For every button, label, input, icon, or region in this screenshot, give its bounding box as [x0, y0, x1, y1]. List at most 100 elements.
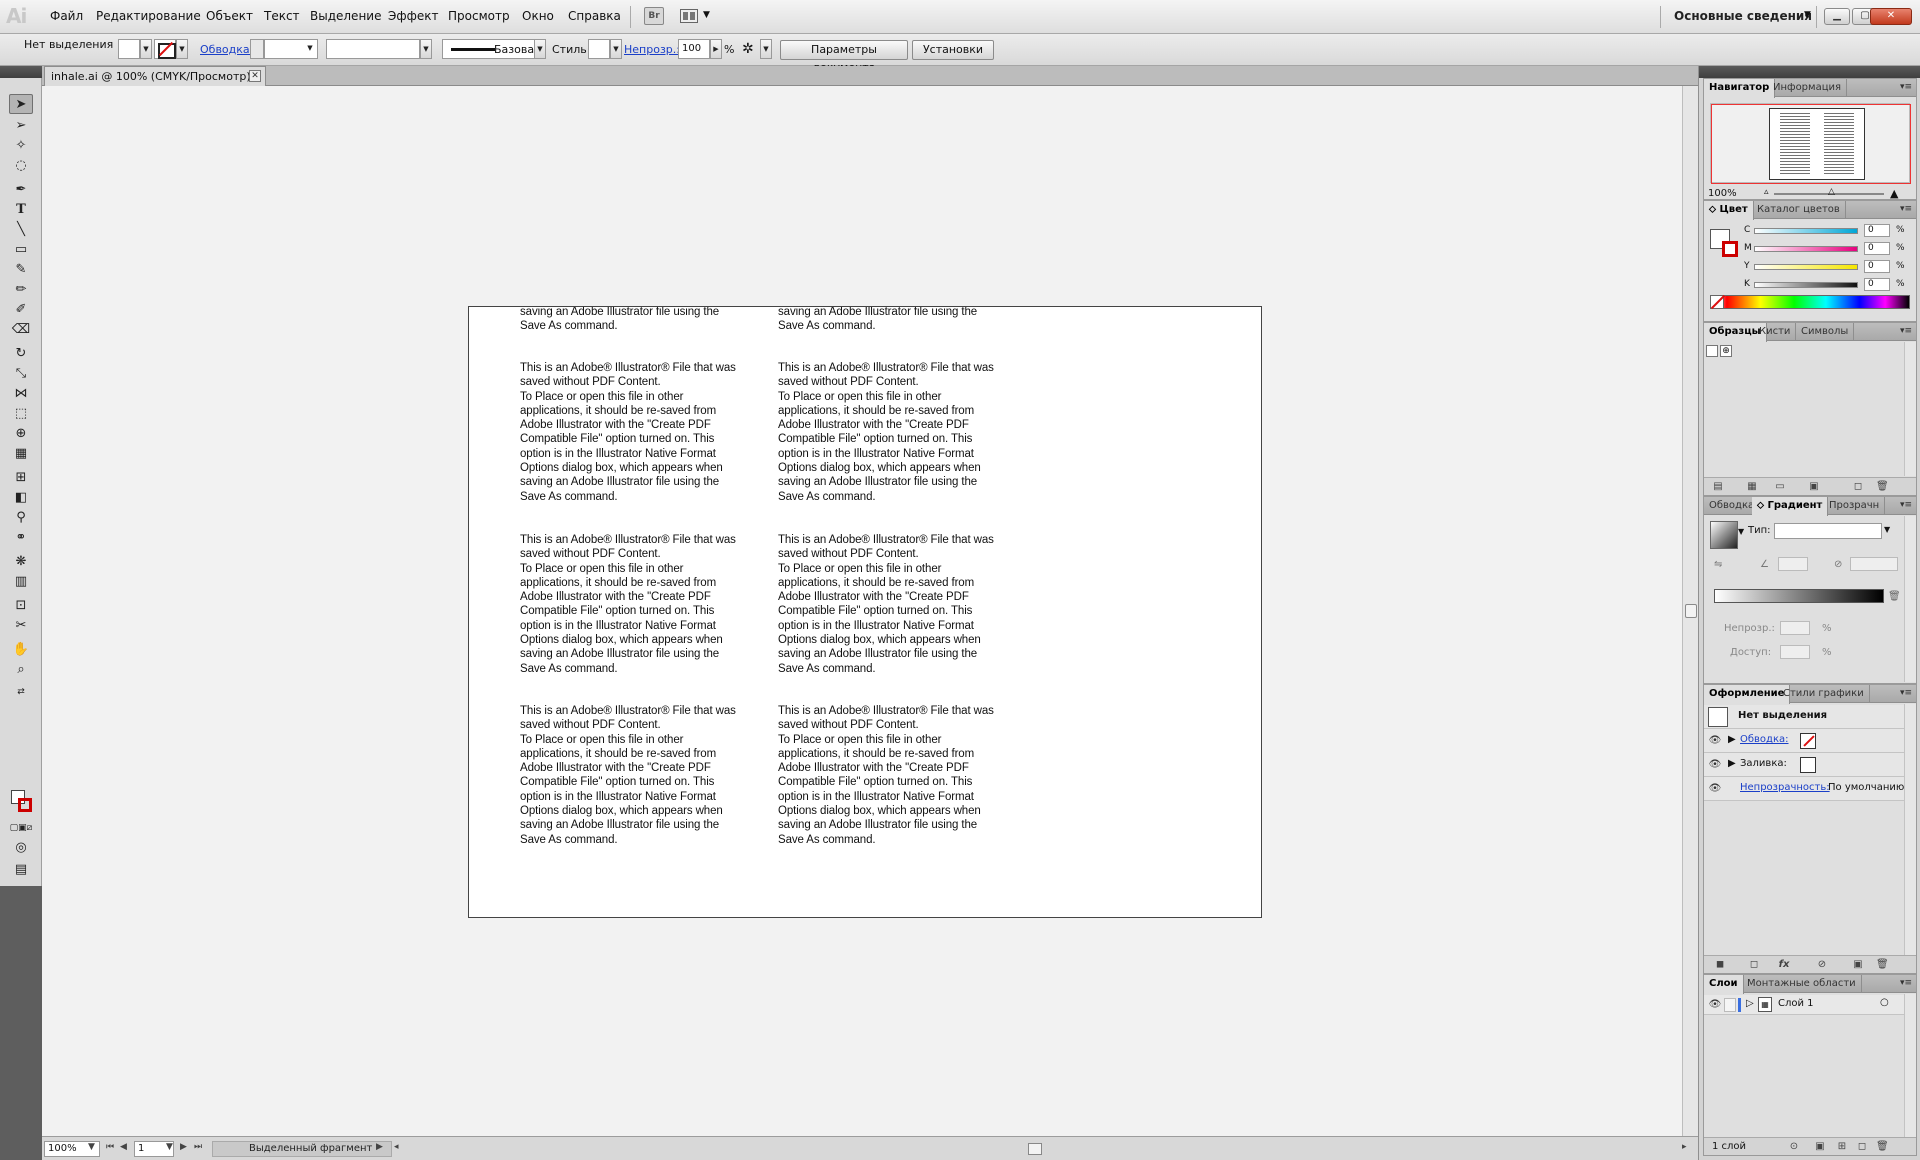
workspace-switcher[interactable]: Основные сведения — [1674, 9, 1812, 23]
scale-tool-icon[interactable]: ⤡ — [9, 364, 33, 384]
pencil-tool-icon[interactable]: ✏ — [9, 280, 33, 300]
new-layer-icon[interactable]: ◻ — [1856, 1141, 1868, 1152]
hand-tool-icon[interactable]: ✋ — [9, 640, 33, 660]
stroke-swatch[interactable] — [154, 39, 176, 59]
tab-brushes[interactable]: Кисти — [1754, 323, 1797, 341]
variable-width-profile[interactable] — [326, 39, 420, 59]
trash-icon[interactable]: 🗑 — [1876, 1141, 1889, 1152]
brush-dropdown[interactable]: ▼ — [534, 39, 546, 59]
tab-navigator[interactable]: Навигатор — [1704, 79, 1776, 98]
panel-scrollbar[interactable] — [1904, 994, 1916, 1138]
perspective-grid-tool-icon[interactable]: ▦ — [9, 444, 33, 464]
panel-menu-icon[interactable]: ▾≡ — [1900, 204, 1912, 214]
appearance-stroke-swatch[interactable] — [1800, 733, 1816, 749]
layer-row[interactable]: 👁 ▷ ▦ Слой 1 ○ — [1704, 995, 1916, 1015]
artboard-tool-icon[interactable]: ⊡ — [9, 596, 33, 616]
chevron-down-icon[interactable]: ▼ — [88, 1142, 95, 1152]
magic-wand-tool-icon[interactable]: ✧ — [9, 136, 33, 156]
slice-tool-icon[interactable]: ✂ — [9, 616, 33, 636]
artboard[interactable]: saving an Adobe Illustrator file using t… — [468, 306, 1262, 918]
visibility-eye-icon[interactable]: 👁 — [1708, 999, 1722, 1011]
channel-k[interactable]: K 0 % — [1744, 278, 1914, 293]
line-segment-tool-icon[interactable]: ╲ — [9, 220, 33, 240]
direct-selection-tool-icon[interactable]: ➢ — [9, 116, 33, 136]
new-swatch-icon[interactable]: ◻ — [1852, 481, 1864, 492]
menu-select[interactable]: Выделение — [310, 9, 381, 23]
gradient-type-select[interactable] — [1774, 523, 1882, 539]
stroke-color-box[interactable] — [18, 798, 32, 812]
gradient-tool-icon[interactable]: ◧ — [9, 488, 33, 508]
status-info[interactable]: Выделенный фрагмент — [212, 1141, 392, 1157]
tab-artboards[interactable]: Монтажные области — [1742, 975, 1862, 993]
tab-info[interactable]: Информация — [1768, 79, 1848, 97]
stroke-panel-link[interactable]: Обводка: — [200, 43, 253, 56]
preferences-button[interactable]: Установки — [912, 40, 994, 60]
color-spectrum[interactable] — [1710, 295, 1910, 309]
tab-transparency[interactable]: Прозрачн — [1824, 497, 1886, 515]
navigator-zoom-value[interactable]: 100% — [1708, 188, 1737, 199]
lasso-tool-icon[interactable]: ◌ — [9, 156, 33, 176]
channel-slider[interactable] — [1754, 282, 1858, 288]
visibility-eye-icon[interactable]: 👁 — [1708, 759, 1722, 771]
channel-value-input[interactable]: 0 — [1864, 260, 1890, 273]
lock-toggle[interactable] — [1724, 998, 1736, 1012]
eyedropper-tool-icon[interactable]: ⚲ — [9, 508, 33, 528]
appearance-stroke-label[interactable]: Обводка: — [1740, 734, 1789, 745]
symbol-sprayer-tool-icon[interactable]: ❋ — [9, 552, 33, 572]
chevron-down-icon[interactable]: ▼ — [1738, 527, 1744, 536]
color-stroke-box[interactable] — [1722, 241, 1738, 257]
free-transform-tool-icon[interactable]: ⬚ — [9, 404, 33, 424]
next-artboard-icon[interactable]: ▶ — [180, 1142, 187, 1152]
swatch-options-icon[interactable]: ▭ — [1774, 481, 1786, 492]
profile-dropdown[interactable]: ▼ — [420, 39, 432, 59]
gradient-opacity-input[interactable] — [1780, 621, 1810, 635]
default-colors-icon[interactable]: ⇄ — [9, 682, 33, 702]
trash-icon[interactable]: 🗑 — [1876, 959, 1889, 970]
bridge-button[interactable]: Br — [644, 7, 664, 25]
add-new-stroke-icon[interactable]: ◻ — [1748, 959, 1760, 970]
panel-scrollbar[interactable] — [1904, 704, 1916, 956]
fill-dropdown[interactable]: ▼ — [140, 39, 152, 59]
panel-grip[interactable] — [0, 66, 42, 78]
document-tab[interactable]: inhale.ai @ 100% (CMYK/Просмотр) ✕ — [44, 66, 266, 86]
close-icon[interactable]: ✕ — [249, 70, 261, 82]
mesh-tool-icon[interactable]: ⊞ — [9, 468, 33, 488]
zoom-in-icon[interactable]: ▲ — [1890, 187, 1898, 200]
appearance-opacity-label[interactable]: Непрозрачность: — [1740, 782, 1830, 793]
stroke-weight-dropdown[interactable]: ▼ — [304, 39, 316, 59]
navigator-preview[interactable] — [1710, 103, 1911, 184]
menu-object[interactable]: Объект — [206, 9, 253, 23]
document-setup-button[interactable]: Параметры документа — [780, 40, 908, 74]
column-graph-tool-icon[interactable]: ▥ — [9, 572, 33, 592]
rotate-tool-icon[interactable]: ↻ — [9, 344, 33, 364]
disclosure-triangle-icon[interactable]: ▷ — [1746, 998, 1754, 1009]
scroll-thumb[interactable] — [1685, 604, 1697, 618]
panel-scrollbar[interactable] — [1904, 516, 1916, 682]
new-sublayer-icon[interactable]: ⊞ — [1836, 1141, 1848, 1152]
registration-swatch[interactable]: ⊕ — [1720, 345, 1732, 357]
tab-gradient[interactable]: ⬦ Градиент — [1752, 497, 1829, 516]
disclosure-triangle-icon[interactable]: ▶ — [1728, 734, 1736, 745]
chevron-down-icon[interactable]: ▼ — [166, 1142, 173, 1152]
pen-tool-icon[interactable]: ✒ — [9, 180, 33, 200]
last-artboard-icon[interactable]: ⏭ — [194, 1142, 202, 1152]
panel-menu-icon[interactable]: ▾≡ — [1900, 82, 1912, 92]
gradient-slider[interactable] — [1714, 589, 1884, 603]
swatch-library-icon[interactable]: ▤ — [1712, 481, 1724, 492]
appearance-fill-swatch[interactable] — [1800, 757, 1816, 773]
panel-menu-icon[interactable]: ▾≡ — [1900, 978, 1912, 988]
tab-graphic-styles[interactable]: Стили графики — [1778, 685, 1870, 703]
fill-swatch[interactable] — [118, 39, 140, 59]
duplicate-item-icon[interactable]: ▣ — [1852, 959, 1864, 970]
tab-color-guide[interactable]: Каталог цветов — [1752, 201, 1846, 219]
gradient-location-input[interactable] — [1780, 645, 1810, 659]
layer-name[interactable]: Слой 1 — [1778, 998, 1814, 1009]
chevron-right-icon[interactable]: ▶ — [376, 1142, 383, 1152]
gradient-angle-input[interactable] — [1778, 557, 1808, 571]
close-window-button[interactable]: ✕ — [1870, 8, 1912, 25]
target-circle-icon[interactable]: ○ — [1880, 997, 1889, 1008]
none-swatch[interactable] — [1706, 345, 1718, 357]
menu-window[interactable]: Окно — [522, 9, 554, 23]
gradient-aspect-input[interactable] — [1850, 557, 1898, 571]
first-artboard-icon[interactable]: ⏮ — [106, 1142, 114, 1152]
